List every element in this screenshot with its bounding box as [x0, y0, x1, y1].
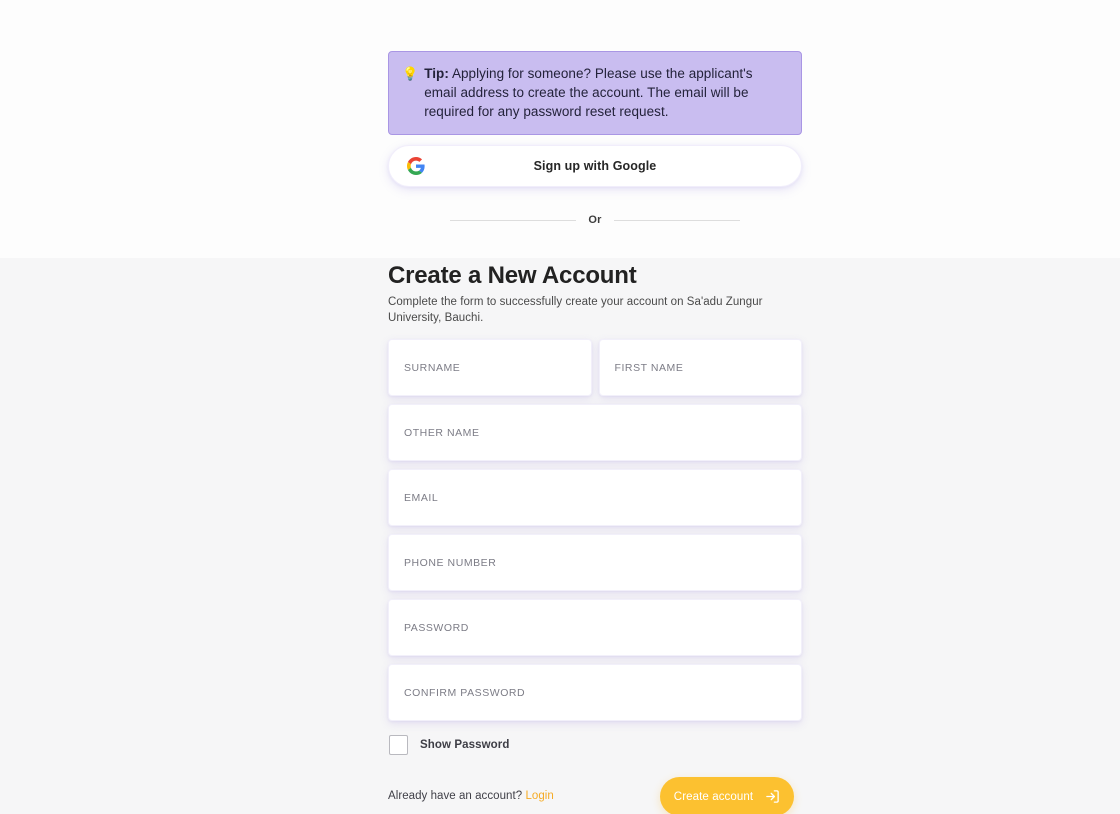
field-label: EMAIL: [404, 492, 439, 504]
field-row: PHONE NUMBER: [388, 534, 802, 591]
show-password-label[interactable]: Show Password: [420, 739, 510, 751]
field-row: PASSWORD: [388, 599, 802, 656]
field-label: CONFIRM PASSWORD: [404, 687, 526, 699]
login-arrow-icon: [766, 790, 779, 803]
divider-line-right: [613, 219, 740, 221]
field-row: CONFIRM PASSWORD: [388, 664, 802, 721]
page-subtitle: Complete the form to successfully create…: [388, 296, 763, 324]
tip-banner: 💡 Tip: Applying for someone? Please use …: [388, 51, 802, 135]
login-prompt: Already have an account? Login: [388, 790, 554, 802]
show-password-checkbox[interactable]: [389, 735, 408, 755]
divider-label: Or: [588, 214, 602, 226]
tip-body: Applying for someone? Please use the app…: [424, 66, 753, 119]
create-account-button[interactable]: Create account: [660, 777, 794, 814]
sign-up-with-google-button[interactable]: Sign up with Google: [388, 145, 802, 187]
or-divider: Or: [450, 214, 740, 226]
field-label: SURNAME: [404, 362, 461, 374]
field-label: PASSWORD: [404, 622, 469, 634]
tip-label: Tip:: [424, 66, 449, 81]
other-name-input[interactable]: OTHER NAME: [388, 404, 802, 461]
confirm-password-input[interactable]: CONFIRM PASSWORD: [388, 664, 802, 721]
divider-line-left: [450, 219, 577, 221]
password-input[interactable]: PASSWORD: [388, 599, 802, 656]
create-account-label: Create account: [673, 790, 754, 803]
email-input[interactable]: EMAIL: [388, 469, 802, 526]
field-row: OTHER NAME: [388, 404, 802, 461]
field-label: FIRST NAME: [614, 362, 684, 374]
google-button-label: Sign up with Google: [533, 159, 657, 173]
field-row: SURNAME FIRST NAME: [388, 339, 802, 396]
field-row: EMAIL: [388, 469, 802, 526]
login-link[interactable]: Login: [525, 790, 553, 802]
signup-form: SURNAME FIRST NAME OTHER NAME EMAIL PHONE NU…: [388, 339, 802, 729]
tip-text: Tip: Applying for someone? Please use th…: [424, 64, 787, 121]
light-bulb-icon: 💡: [402, 66, 419, 81]
phone-number-input[interactable]: PHONE NUMBER: [388, 534, 802, 591]
first-name-input[interactable]: FIRST NAME: [598, 339, 802, 396]
login-prompt-text: Already have an account?: [388, 790, 523, 802]
surname-input[interactable]: SURNAME: [388, 339, 592, 396]
field-label: OTHER NAME: [404, 427, 480, 439]
page-title: Create a New Account: [388, 262, 637, 289]
signup-page: 💡 Tip: Applying for someone? Please use …: [0, 0, 1120, 814]
field-label: PHONE NUMBER: [404, 557, 497, 569]
show-password-row[interactable]: Show Password: [389, 735, 510, 755]
